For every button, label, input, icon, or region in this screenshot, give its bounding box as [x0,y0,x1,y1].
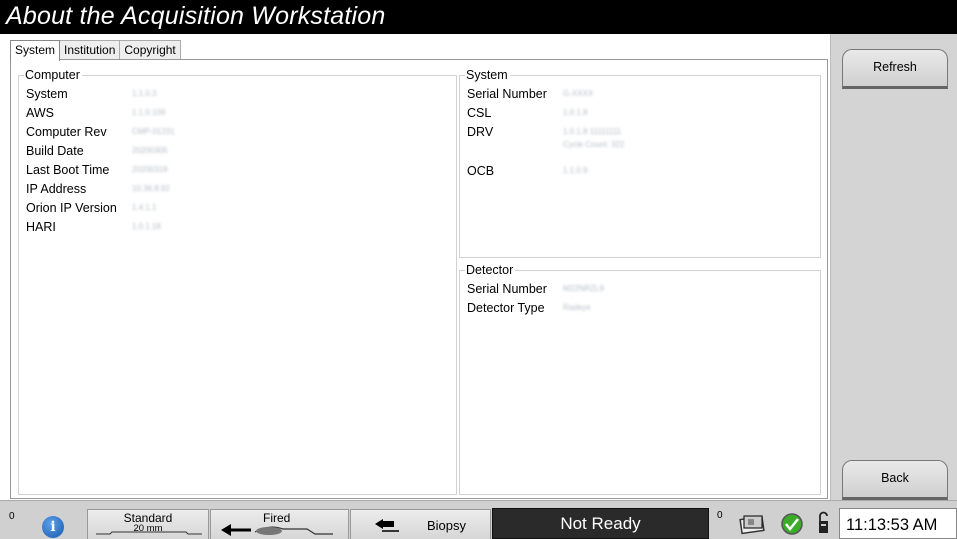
detector-group-legend: Detector [465,263,516,277]
computer-row: AWS [26,106,54,120]
title-bar: About the Acquisition Workstation [0,0,957,34]
computer-group: Computer System 1.1.0.3 AWS 1.1.0.109 Co… [18,68,457,495]
row-value: CMP-01231 [132,127,175,136]
row-value: 1.1.0.3 [132,89,157,98]
row-label: HARI [26,220,56,234]
row-label: Orion IP Version [26,201,117,215]
row-value: 1.0.1.8 11111111 [563,127,622,136]
biopsy-icon [375,519,399,532]
row-label: Build Date [26,144,84,158]
system-group: System Serial Number G-XXXX CSL 1.0.1.8 … [459,68,821,258]
row-value: 20200318 [132,165,168,174]
row-label: AWS [26,106,55,120]
system-row: OCB [467,164,494,178]
computer-group-legend: Computer [24,68,82,82]
biopsy-label: Biopsy [427,518,467,533]
row-value: 1.0.1.18 [132,222,161,231]
tab-copyright[interactable]: Copyright [119,40,181,60]
row-value-secondary: Cycle Count: 322 [563,140,625,149]
row-value: 1.1.0.9 [563,166,588,175]
row-value: G-XXXX [563,89,594,98]
tab-strip: System Institution Copyright [10,40,181,61]
right-count: 0 [717,510,723,521]
row-value: 10.36.8.92 [132,184,170,193]
refresh-button[interactable]: Refresh [842,49,948,89]
info-icon[interactable]: i [42,516,64,538]
row-value: Radeye [563,303,591,312]
row-value: 1.0.1.8 [563,108,588,117]
row-label: Last Boot Time [26,163,110,177]
image-stack-icon[interactable] [738,510,768,536]
computer-row: System [26,87,68,101]
computer-row: Computer Rev [26,125,107,139]
system-row: Serial Number [467,87,547,101]
clock: 11:13:53 AM [839,508,957,539]
right-sidebar: Refresh Back [830,34,957,500]
main-content: System Institution Copyright Computer Sy… [8,34,830,500]
computer-row: Orion IP Version [26,201,117,215]
row-value: 1.4.1.1 [132,203,157,212]
window-title: About the Acquisition Workstation [6,2,386,30]
back-button[interactable]: Back [842,460,948,500]
row-label: Computer Rev [26,125,107,139]
row-value: 20200305 [132,146,168,155]
row-value: 1.1.0.109 [132,108,166,117]
row-label: DRV [467,125,494,139]
compression-paddle-icon [96,531,202,535]
row-label: System [26,87,68,101]
biopsy-button[interactable]: Biopsy [350,509,491,539]
system-row: CSL [467,106,491,120]
detector-group: Detector Serial Number M22NRZL9 Detector… [459,263,821,495]
computer-row: IP Address [26,182,86,196]
row-label: IP Address [26,182,87,196]
tab-system[interactable]: System [10,40,61,61]
left-count: 0 [9,511,15,522]
computer-row: Build Date [26,144,84,158]
tab-institution[interactable]: Institution [59,40,121,60]
system-tab-panel: Computer System 1.1.0.3 AWS 1.1.0.109 Co… [10,59,828,499]
row-label: CSL [467,106,492,120]
computer-row: HARI [26,220,56,234]
system-row: DRV [467,125,493,139]
system-status-indicator: Not Ready [492,508,709,539]
status-bar: 0 i Standard 20 mm Fired Biopsy [0,500,957,539]
checkmark-icon[interactable] [780,512,804,536]
system-group-legend: System [465,68,510,82]
detector-row: Serial Number [467,282,547,296]
row-label: OCB [467,164,495,178]
standard-paddle-button[interactable]: Standard 20 mm [87,509,209,539]
row-label: Serial Number [467,87,547,101]
fired-status: Fired [210,509,349,539]
detector-row: Detector Type [467,301,545,315]
row-value: M22NRZL9 [563,284,604,293]
computer-row: Last Boot Time [26,163,109,177]
row-label: Detector Type [467,301,545,315]
fired-arrow-icon [221,524,333,536]
lock-icon[interactable] [815,510,833,536]
row-label: Serial Number [467,282,547,296]
